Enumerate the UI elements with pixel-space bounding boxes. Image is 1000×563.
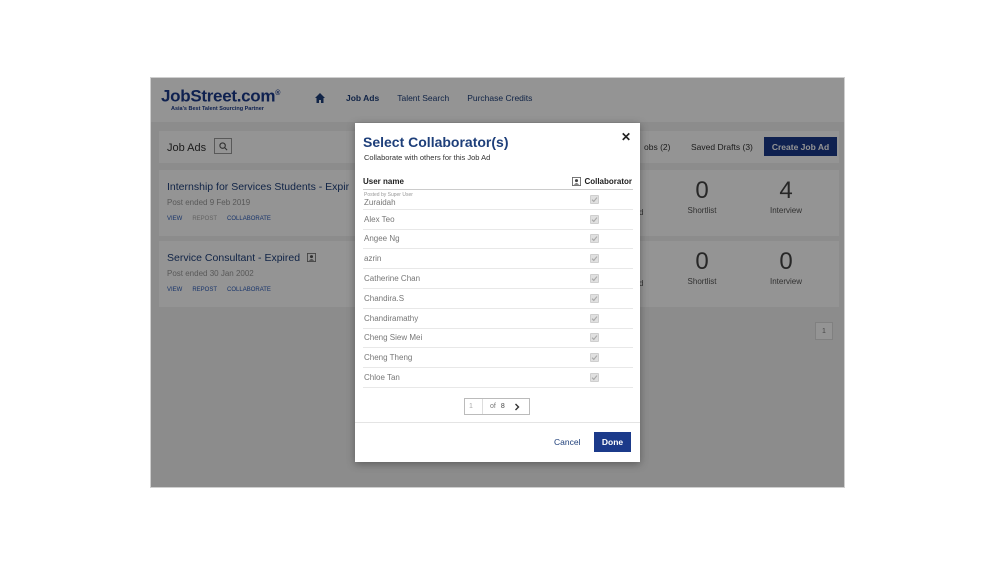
user-name: Posted by Super User Zuraidah xyxy=(363,192,413,207)
table-row: Cheng Theng xyxy=(363,348,633,369)
modal-footer-divider xyxy=(355,422,640,423)
check-icon xyxy=(591,236,598,242)
collaborator-checkbox[interactable] xyxy=(590,254,599,264)
modal-title: Select Collaborator(s) xyxy=(363,134,509,150)
check-icon xyxy=(591,315,598,321)
select-collaborator-modal: ✕ Select Collaborator(s) Collaborate wit… xyxy=(355,123,640,462)
collaborator-icon xyxy=(572,176,582,186)
collaborator-checkbox[interactable] xyxy=(590,293,599,303)
chevron-right-icon[interactable] xyxy=(513,403,521,411)
modal-subtitle: Collaborate with others for this Job Ad xyxy=(364,153,491,162)
user-name: Chloe Tan xyxy=(364,373,400,383)
check-icon xyxy=(591,375,598,381)
collaborator-checkbox[interactable] xyxy=(590,234,599,244)
pager-of: of xyxy=(490,403,496,410)
table-row: azrin xyxy=(363,249,633,270)
modal-pager: 1 of 8 xyxy=(464,398,530,415)
check-icon xyxy=(591,276,598,282)
check-icon xyxy=(591,256,598,262)
collaborator-checkbox[interactable] xyxy=(590,353,599,363)
page-input[interactable]: 1 xyxy=(465,399,483,414)
user-name: Cheng Theng xyxy=(364,353,413,363)
user-name-text: Zuraidah xyxy=(364,197,396,207)
check-icon xyxy=(591,197,598,203)
pager-total: 8 xyxy=(500,403,505,410)
collaborator-checkbox[interactable] xyxy=(590,373,599,383)
table-row: Angee Ng xyxy=(363,230,633,250)
table-row: Catherine Chan xyxy=(363,269,633,289)
done-button[interactable]: Done xyxy=(594,432,631,452)
collaborator-list: Posted by Super User Zuraidah Alex Teo Ange… xyxy=(363,190,633,388)
check-icon xyxy=(591,335,598,341)
table-row: Chloe Tan xyxy=(363,368,633,388)
collaborator-checkbox[interactable] xyxy=(590,313,599,323)
table-row: Posted by Super User Zuraidah xyxy=(363,190,633,210)
user-name: Chandiramathy xyxy=(364,313,419,323)
user-name: Angee Ng xyxy=(364,234,400,244)
user-name: azrin xyxy=(364,254,382,264)
table-row: Chandiramathy xyxy=(363,309,633,329)
collaborator-checkbox[interactable] xyxy=(590,333,599,343)
table-header: User name Collaborator xyxy=(363,173,633,190)
cancel-button[interactable]: Cancel xyxy=(554,437,580,447)
check-icon xyxy=(591,216,598,222)
column-collaborator: Collaborator xyxy=(572,177,632,186)
collaborator-checkbox[interactable] xyxy=(590,274,599,284)
table-row: Chandira.S xyxy=(363,289,633,309)
check-icon xyxy=(591,355,598,361)
collaborator-checkbox[interactable] xyxy=(590,194,599,204)
column-collaborator-label: Collaborator xyxy=(584,176,632,186)
user-name: Catherine Chan xyxy=(364,274,421,284)
column-user-name: User name xyxy=(363,176,404,186)
table-row: Cheng Siew Mei xyxy=(363,329,633,349)
user-name: Cheng Siew Mei xyxy=(364,333,423,343)
close-icon[interactable]: ✕ xyxy=(621,130,631,144)
user-name: Chandira.S xyxy=(364,293,405,303)
user-name: Alex Teo xyxy=(364,214,395,224)
check-icon xyxy=(591,296,598,302)
collaborator-checkbox[interactable] xyxy=(590,214,599,224)
table-row: Alex Teo xyxy=(363,210,633,230)
collaborator-table: User name Collaborator Posted by Super U… xyxy=(363,173,633,388)
